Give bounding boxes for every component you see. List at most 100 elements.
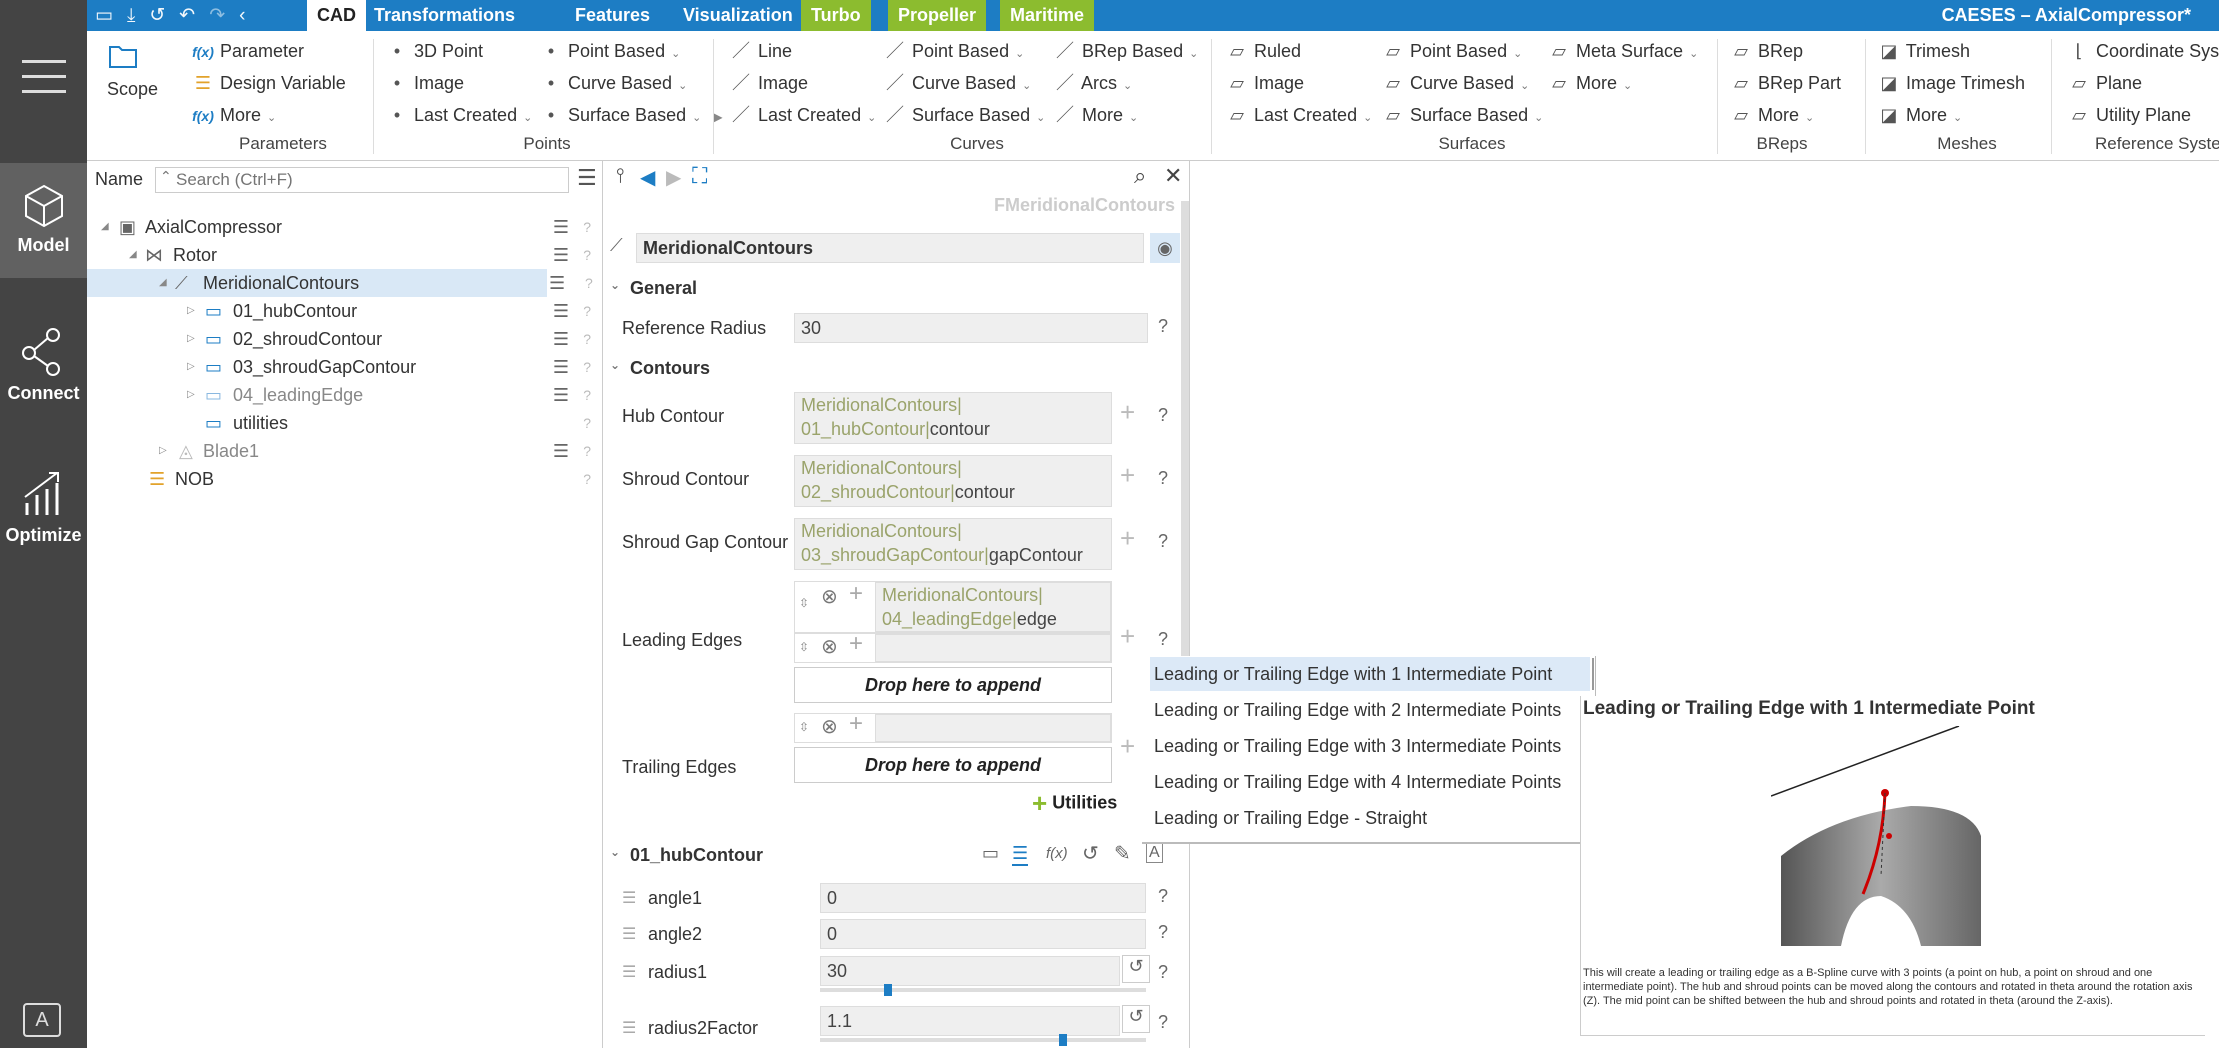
- radius2factor-input[interactable]: 1.1: [820, 1006, 1120, 1036]
- tab-transformations[interactable]: Transformations: [364, 0, 525, 31]
- tree-item-rotor[interactable]: ◢ ⋈ Rotor ☰?: [87, 241, 603, 269]
- forward-arrow-icon[interactable]: ▶: [666, 165, 681, 190]
- section-general[interactable]: General: [630, 278, 697, 299]
- surface-last-created-button[interactable]: ▱ Last Created ⌄: [1225, 102, 1372, 128]
- brep-part-button[interactable]: ▱ BRep Part: [1729, 70, 1841, 96]
- help-icon[interactable]: ?: [1158, 468, 1168, 489]
- leading-edge-reference-field[interactable]: MeridionalContours| 04_leadingEdge|edge: [875, 582, 1111, 632]
- surface-surface-based-button[interactable]: ▱ Surface Based ⌄: [1381, 102, 1543, 128]
- reset-icon[interactable]: ↺: [1122, 955, 1150, 983]
- add-plus-icon[interactable]: +: [1120, 397, 1135, 428]
- expand-arrow-icon[interactable]: ▷: [187, 297, 195, 325]
- history-icon[interactable]: ↺: [149, 4, 165, 27]
- tab-maritime[interactable]: Maritime: [1000, 0, 1095, 31]
- section-contours[interactable]: Contours: [630, 358, 710, 379]
- add-plus-icon[interactable]: +: [1120, 523, 1135, 554]
- design-variable-button[interactable]: ☰ Design Variable: [191, 70, 346, 96]
- menu-item-edge-straight[interactable]: Leading or Trailing Edge - Straight: [1150, 801, 1590, 835]
- radius1-input[interactable]: 30: [820, 956, 1120, 986]
- settings-slider-icon[interactable]: ☰: [553, 241, 569, 269]
- remove-circle-icon[interactable]: ⊗: [821, 714, 838, 739]
- feature-icon[interactable]: ▭: [982, 843, 999, 864]
- tab-propeller[interactable]: Propeller: [888, 0, 987, 31]
- tab-turbo[interactable]: Turbo: [801, 0, 871, 31]
- help-icon[interactable]: ?: [1158, 405, 1168, 426]
- expand-arrow-icon[interactable]: ▷: [187, 325, 195, 353]
- collapse-arrow-icon[interactable]: ⌄: [610, 845, 620, 859]
- help-icon[interactable]: ?: [1158, 1012, 1168, 1033]
- tree-item-nob[interactable]: ☰ NOB ?: [87, 465, 603, 493]
- shroud-gap-contour-reference-field[interactable]: MeridionalContours| 03_shroudGapContour|g…: [794, 518, 1112, 570]
- plane-button[interactable]: ▱ Plane: [2067, 70, 2142, 96]
- search-icon[interactable]: ⌕: [1134, 163, 1146, 189]
- add-plus-icon[interactable]: +: [1120, 731, 1135, 762]
- expand-right-icon[interactable]: ▶: [713, 110, 722, 124]
- angle2-input[interactable]: 0: [820, 919, 1146, 949]
- curve-surface-based-button[interactable]: ／ Surface Based ⌄: [883, 102, 1045, 128]
- hamburger-menu-icon[interactable]: [22, 60, 66, 100]
- help-icon[interactable]: ?: [583, 297, 591, 325]
- search-input[interactable]: [176, 170, 564, 190]
- undo-icon[interactable]: ↶: [179, 4, 195, 27]
- menu-item-edge-4-points[interactable]: Leading or Trailing Edge with 4 Intermed…: [1150, 765, 1590, 799]
- settings-slider-icon[interactable]: ☰: [553, 297, 569, 325]
- slider-knob[interactable]: [1058, 1034, 1067, 1046]
- help-icon[interactable]: ?: [583, 381, 591, 409]
- breps-more-button[interactable]: ▱ More ⌄: [1729, 102, 1814, 128]
- radius1-slider[interactable]: [820, 984, 1146, 996]
- visibility-eye-icon[interactable]: ◉: [1150, 233, 1180, 263]
- nav-optimize[interactable]: Optimize: [0, 455, 87, 570]
- expand-arrow-icon[interactable]: ▷: [187, 381, 195, 409]
- help-icon[interactable]: ?: [1158, 531, 1168, 552]
- collapse-arrow-icon[interactable]: ⌄: [610, 358, 620, 372]
- ruled-button[interactable]: ▱ Ruled: [1225, 38, 1301, 64]
- add-plus-icon[interactable]: +: [849, 710, 863, 738]
- surface-point-based-button[interactable]: ▱ Point Based ⌄: [1381, 38, 1522, 64]
- point-based-button[interactable]: • Point Based ⌄: [539, 38, 680, 64]
- object-name-field[interactable]: MeridionalContours: [636, 233, 1144, 263]
- menu-item-edge-1-point[interactable]: Leading or Trailing Edge with 1 Intermed…: [1150, 657, 1590, 691]
- open-folder-icon[interactable]: ▭: [95, 4, 113, 27]
- curves-more-button[interactable]: ／ More ⌄: [1053, 102, 1138, 128]
- tab-cad[interactable]: CAD: [307, 0, 366, 31]
- add-plus-icon[interactable]: +: [849, 580, 863, 608]
- trailing-edges-drop-zone[interactable]: Drop here to append: [794, 747, 1112, 783]
- point-last-created-button[interactable]: • Last Created ⌄: [385, 102, 532, 128]
- collapse-arrow-icon[interactable]: ⌄: [610, 278, 620, 292]
- surfaces-more-button[interactable]: ▱ More ⌄: [1547, 70, 1632, 96]
- function-icon[interactable]: f(x): [1046, 845, 1068, 862]
- image-trimesh-button[interactable]: ◪ Image Trimesh: [1877, 70, 2025, 96]
- settings-slider-icon[interactable]: ☰: [553, 213, 569, 241]
- surface-curve-based-button[interactable]: ▱ Curve Based ⌄: [1381, 70, 1529, 96]
- tree-search-box[interactable]: ⌃: [155, 167, 569, 193]
- tab-features[interactable]: Features: [565, 0, 660, 31]
- arcs-button[interactable]: ／ Arcs ⌄: [1053, 70, 1132, 96]
- edit-pencil-icon[interactable]: ✎: [1114, 841, 1131, 866]
- tree-item-axialcompressor[interactable]: ◢ ▣ AxialCompressor ☰?: [87, 213, 603, 241]
- brep-button[interactable]: ▱ BRep: [1729, 38, 1803, 64]
- point-surface-based-button[interactable]: • Surface Based ⌄ ▶: [539, 102, 723, 128]
- filter-settings-icon[interactable]: ☰: [577, 165, 597, 191]
- help-icon[interactable]: ?: [1158, 886, 1168, 907]
- help-icon[interactable]: ?: [583, 213, 591, 241]
- brep-based-button[interactable]: ／ BRep Based ⌄: [1053, 38, 1198, 64]
- curve-point-based-button[interactable]: ／ Point Based ⌄: [883, 38, 1024, 64]
- curve-last-created-button[interactable]: ／ Last Created ⌄: [729, 102, 876, 128]
- trailing-edge-empty-field[interactable]: [875, 714, 1111, 742]
- coordinate-system-button[interactable]: ⌊ Coordinate Sys: [2067, 38, 2219, 64]
- meshes-more-button[interactable]: ◪ More ⌄: [1877, 102, 1962, 128]
- leading-edge-empty-field[interactable]: [875, 634, 1111, 662]
- meta-surface-button[interactable]: ▱ Meta Surface ⌄: [1547, 38, 1698, 64]
- nav-connect[interactable]: Connect: [0, 313, 87, 428]
- shroud-contour-reference-field[interactable]: MeridionalContours| 02_shroudContour|cont…: [794, 455, 1112, 507]
- tree-item-01-hubcontour[interactable]: ▷ ▭ 01_hubContour ☰?: [87, 297, 603, 325]
- add-plus-icon[interactable]: +: [1120, 460, 1135, 491]
- help-icon[interactable]: ?: [585, 269, 593, 297]
- settings-slider-icon[interactable]: ☰: [553, 437, 569, 465]
- collapse-arrow-icon[interactable]: ◢: [159, 269, 167, 297]
- fit-view-icon[interactable]: ⛶: [692, 163, 707, 189]
- remove-circle-icon[interactable]: ⊗: [821, 634, 838, 659]
- drag-handle-icon[interactable]: ⇳: [799, 596, 809, 610]
- drag-handle-icon[interactable]: ⇳: [799, 640, 809, 654]
- help-icon[interactable]: ?: [583, 325, 591, 353]
